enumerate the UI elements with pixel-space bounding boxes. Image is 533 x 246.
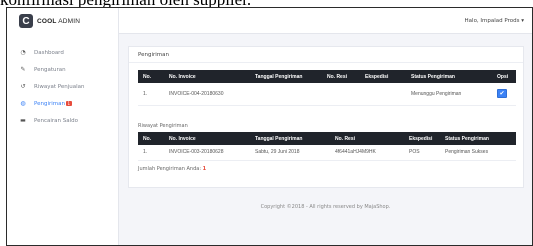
column-header: No. Invoice [164,70,250,83]
footer-copyright: Copyright ©2018 - All rights reserved by… [260,204,391,210]
column-header: Ekspedisi [404,132,440,145]
brand-name-rest: ADMIN [58,17,81,25]
table-header-row: No. No. Invoice Tanggal Pengiriman No. R… [138,70,516,83]
sidebar-menu: ◔ Dashboard ✎ Pengaturan ↺ Riwayat Penju… [7,44,118,129]
table-cell [250,83,322,106]
notification-badge: 1 [66,101,72,106]
speedometer-icon: ◔ [20,49,26,56]
column-header: No. Resi [322,70,360,83]
brand-name: COOL ADMIN [37,18,80,25]
shipment-count-label: Jumlah Pengiriman Anda: [138,166,202,172]
pending-shipments-table: No. No. Invoice Tanggal Pengiriman No. R… [138,70,516,106]
sidebar-item-label: Riwayat Penjualan [34,83,85,90]
shipment-count: Jumlah Pengiriman Anda: 1 [138,166,206,172]
table-cell: Pengiriman Sukses [440,145,516,161]
sidebar-item-pengiriman[interactable]: ◍ Pengiriman 1 [7,95,118,112]
table-cell [360,83,406,106]
sidebar-item-dashboard[interactable]: ◔ Dashboard [7,44,118,61]
history-icon: ↺ [20,83,26,90]
column-header: No. [138,70,164,83]
table-cell: ✔ [492,83,516,106]
user-menu[interactable]: Halo, Impalad Prods ▾ [465,18,524,24]
shipment-history-table: No. No. Invoice Tanggal Pengiriman No. R… [138,132,516,161]
table-cell: POS [404,145,440,161]
table-cell [322,83,360,106]
table-cell: Sabtu, 29 Juni 2018 [250,145,330,161]
sidebar: C COOL ADMIN ◔ Dashboard ✎ Pengaturan ↺ … [7,8,119,245]
globe-icon: ◍ [20,100,26,107]
column-header: Ekspedisi [360,70,406,83]
table-cell: INVOICE-004-20180630 [164,83,250,106]
table-cell: Menunggu Pengiriman [406,83,492,106]
table-row: 1. INVOICE-004-20180630 Menunggu Pengiri… [138,83,516,106]
column-header: Status Pengiriman [406,70,492,83]
sidebar-item-riwayat-penjualan[interactable]: ↺ Riwayat Penjualan [7,78,118,95]
sidebar-item-label: Dashboard [34,49,64,56]
sidebar-item-label: Pengiriman [34,100,66,107]
sidebar-item-pencairan-saldo[interactable]: ▬ Pencairan Saldo [7,112,118,129]
history-title: Riwayat Pengiriman [138,123,188,129]
sidebar-item-label: Pencairan Saldo [34,117,79,124]
table-cell: 1. [138,145,164,161]
column-header: No. Resi [330,132,404,145]
sidebar-item-pengaturan[interactable]: ✎ Pengaturan [7,61,118,78]
column-header: No. Invoice [164,132,250,145]
table-cell: INVOICE-003-20180628 [164,145,250,161]
confirm-checkbox[interactable]: ✔ [497,89,507,99]
column-header: Status Pengiriman [440,132,516,145]
table-cell: 1. [138,83,164,106]
table-cell: 4f6441aHJ4M9HK [330,145,404,161]
shipping-card: Pengiriman No. No. Invoice Tanggal Pengi… [128,46,524,188]
money-icon: ▬ [20,117,26,124]
column-header: No. [138,132,164,145]
wrench-icon: ✎ [20,66,26,73]
app-window: C COOL ADMIN ◔ Dashboard ✎ Pengaturan ↺ … [6,7,533,246]
shipment-count-value: 1 [202,166,207,172]
logo-mark-icon: C [19,14,33,28]
app-logo[interactable]: C COOL ADMIN [7,10,118,32]
table-row: 1. INVOICE-003-20180628 Sabtu, 29 Juni 2… [138,145,516,161]
column-header: Opsi [492,70,516,83]
brand-name-bold: COOL [37,17,57,25]
table-header-row: No. No. Invoice Tanggal Pengiriman No. R… [138,132,516,145]
sidebar-item-label: Pengaturan [34,66,66,73]
column-header: Tanggal Pengiriman [250,132,330,145]
topbar: Halo, Impalad Prods ▾ [119,8,532,34]
column-header: Tanggal Pengiriman [250,70,322,83]
page-title: Pengiriman [129,47,523,63]
